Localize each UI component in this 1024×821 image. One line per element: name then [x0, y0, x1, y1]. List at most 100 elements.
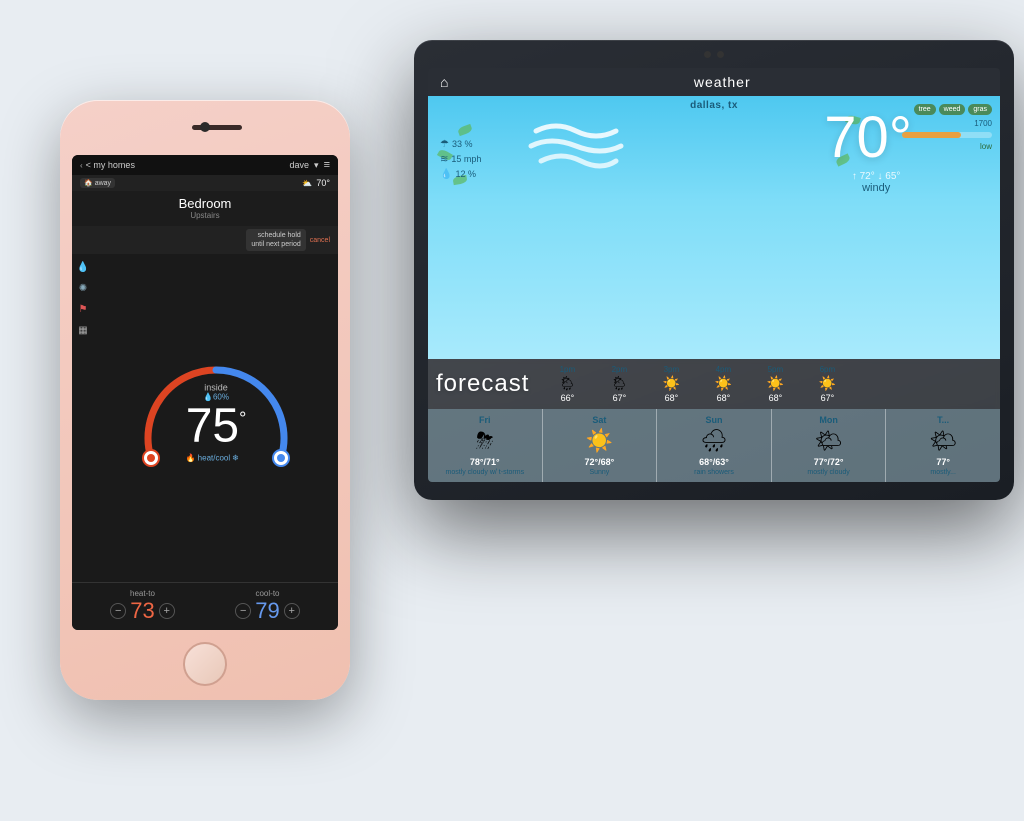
daily-desc-mon: mostly cloudy — [807, 469, 849, 476]
heat-plus-button[interactable]: + — [159, 603, 175, 619]
pollen-grass-tag: gras — [968, 104, 992, 115]
wind-visual-icon — [526, 111, 626, 191]
daily-icon-tue: 🌤 — [929, 428, 957, 454]
daily-desc-fri: mostly cloudy w/ t-storms — [446, 469, 525, 476]
inside-label: inside — [186, 383, 247, 393]
tablet-camera-area — [704, 51, 724, 58]
daily-temps-tue: 77° — [936, 457, 950, 467]
alert-icon: ⚑ — [79, 304, 88, 315]
hourly-temp-1: 66° — [561, 393, 575, 403]
phone-camera — [200, 122, 210, 132]
heat-icon: 🔥 — [186, 454, 196, 463]
humidity-value: 12 % — [455, 169, 476, 179]
phone-home-button[interactable] — [183, 642, 227, 686]
heat-minus-button[interactable]: − — [110, 603, 126, 619]
daily-icon-mon: 🌤 — [815, 428, 843, 454]
daily-icon-sat: ☀️ — [586, 428, 613, 454]
schedule-hold-bar: schedule hold until next period cancel — [72, 226, 338, 254]
cool-to-label: cool-to — [235, 589, 299, 598]
condition-label: windy — [824, 182, 928, 198]
pollen-panel: tree weed gras 1700 low — [902, 104, 992, 151]
room-floor: Upstairs — [72, 211, 338, 220]
daily-temps-sun: 68°/63° — [699, 457, 729, 467]
home-icon[interactable]: ⌂ — [440, 74, 448, 90]
side-icons-panel: 💧 ✺ ⚑ ▦ — [72, 254, 94, 582]
calendar-icon[interactable]: ▦ — [78, 325, 87, 336]
weather-stats-left: ☂ 33 % ≋ 15 mph 💧 12 % — [440, 123, 510, 180]
heat-to-control: heat-to − 73 + — [110, 589, 174, 624]
precip-value: 33 % — [452, 139, 473, 149]
hourly-icon-6: ☀️ — [819, 375, 836, 392]
hourly-temp-5: 68° — [769, 393, 783, 403]
daily-item-fri: Fri ⛈ 78°/71° mostly cloudy w/ t-storms — [428, 409, 543, 482]
forecast-label: forecast — [436, 370, 529, 398]
hourly-temp-2: 67° — [613, 393, 627, 403]
hourly-time-1: 1pm — [560, 365, 576, 374]
pollen-weed-tag: weed — [939, 104, 966, 115]
tablet-shell: ⌂ weather dallas, tx ☂ 33 % — [414, 40, 1014, 500]
daily-item-mon: Mon 🌤 77°/72° mostly cloudy — [772, 409, 887, 482]
mode-label: 🔥 heat/cool ❄ — [186, 454, 247, 463]
daily-icon-sun: 🌧 — [700, 428, 728, 454]
phone-screen: ‹ < my homes dave ▾ ≡ 🏠 away ⛅ 70° — [72, 155, 338, 630]
hourly-icon-1: 🌦 — [558, 375, 576, 392]
wind-value: 15 mph — [451, 154, 481, 164]
cool-minus-button[interactable]: − — [235, 603, 251, 619]
wind-icon-small: ≋ — [440, 154, 448, 165]
daily-item-sun: Sun 🌧 68°/63° rain showers — [657, 409, 772, 482]
heat-to-value: 73 — [130, 598, 154, 624]
weather-title: weather — [456, 74, 988, 90]
hourly-item-6pm: 6pm ☀️ 67° — [801, 363, 853, 405]
room-name-area: Bedroom Upstairs — [72, 191, 338, 226]
daily-day-tue: T... — [937, 415, 949, 425]
daily-icon-fri: ⛈ — [476, 428, 494, 454]
hourly-icon-3: ☀️ — [663, 375, 680, 392]
daily-forecast-strip: Fri ⛈ 78°/71° mostly cloudy w/ t-storms … — [428, 409, 1000, 482]
phone-topbar: ‹ < my homes dave ▾ ≡ — [72, 155, 338, 175]
heat-to-label: heat-to — [110, 589, 174, 598]
temperature-dial[interactable]: inside 💧60% 75° 🔥 heat/cool ❄ — [131, 353, 301, 483]
dial-center-display: inside 💧60% 75° 🔥 heat/cool ❄ — [186, 383, 247, 463]
rain-chance-icon: ☂ — [440, 139, 449, 150]
hourly-icon-5: ☀️ — [767, 375, 784, 392]
fan-icon[interactable]: ✺ — [79, 283, 87, 294]
weather-top-row: ☂ 33 % ≋ 15 mph 💧 12 % — [428, 96, 1000, 202]
cancel-button[interactable]: cancel — [310, 237, 330, 244]
tablet-device: ⌂ weather dallas, tx ☂ 33 % — [414, 40, 1014, 500]
daily-desc-tue: mostly... — [930, 469, 956, 476]
room-name: Bedroom — [72, 196, 338, 211]
cool-to-control: cool-to − 79 + — [235, 589, 299, 624]
thermostat-main-area: 💧 ✺ ⚑ ▦ — [72, 254, 338, 582]
hourly-time-4: 4pm — [716, 365, 732, 374]
humidity-icon: 💧 — [440, 169, 452, 180]
daily-item-tue: T... 🌤 77° mostly... — [886, 409, 1000, 482]
weather-app-header: ⌂ weather — [428, 68, 1000, 96]
weather-sky-panel: dallas, tx ☂ 33 % ≋ 15 mph 💧 — [428, 96, 1000, 359]
cool-plus-button[interactable]: + — [284, 603, 300, 619]
user-label[interactable]: dave — [290, 160, 310, 170]
degree-symbol: ° — [239, 409, 246, 429]
daily-desc-sat: Sunny — [589, 469, 609, 476]
tablet-screen: ⌂ weather dallas, tx ☂ 33 % — [428, 68, 1000, 482]
hourly-icon-4: ☀️ — [715, 375, 732, 392]
daily-temps-sat: 72°/68° — [585, 457, 615, 467]
nav-back-label[interactable]: < my homes — [86, 160, 135, 170]
thermostat-status-bar: 🏠 away ⛅ 70° — [72, 175, 338, 191]
current-temp-display: 70° — [824, 104, 912, 171]
outside-temp: 70° — [316, 178, 330, 188]
cool-icon: ❄ — [232, 454, 239, 463]
hourly-time-5: 5pm — [768, 365, 784, 374]
menu-icon[interactable]: ≡ — [324, 159, 330, 171]
away-badge[interactable]: 🏠 away — [80, 178, 115, 188]
daily-temps-fri: 78°/71° — [470, 457, 500, 467]
hourly-temp-6: 67° — [821, 393, 835, 403]
hourly-time-6: 6pm — [820, 365, 836, 374]
hourly-item-2pm: 2pm 🌦 67° — [593, 363, 645, 405]
tablet-cam-dot-1 — [704, 51, 711, 58]
daily-desc-sun: rain showers — [694, 469, 734, 476]
back-chevron-icon: ‹ — [80, 161, 83, 170]
hourly-time-2: 2pm — [612, 365, 628, 374]
daily-item-sat: Sat ☀️ 72°/68° Sunny — [543, 409, 658, 482]
water-drop-icon: 💧 — [77, 262, 89, 273]
weather-cloud-icon: ⛅ — [302, 179, 312, 188]
